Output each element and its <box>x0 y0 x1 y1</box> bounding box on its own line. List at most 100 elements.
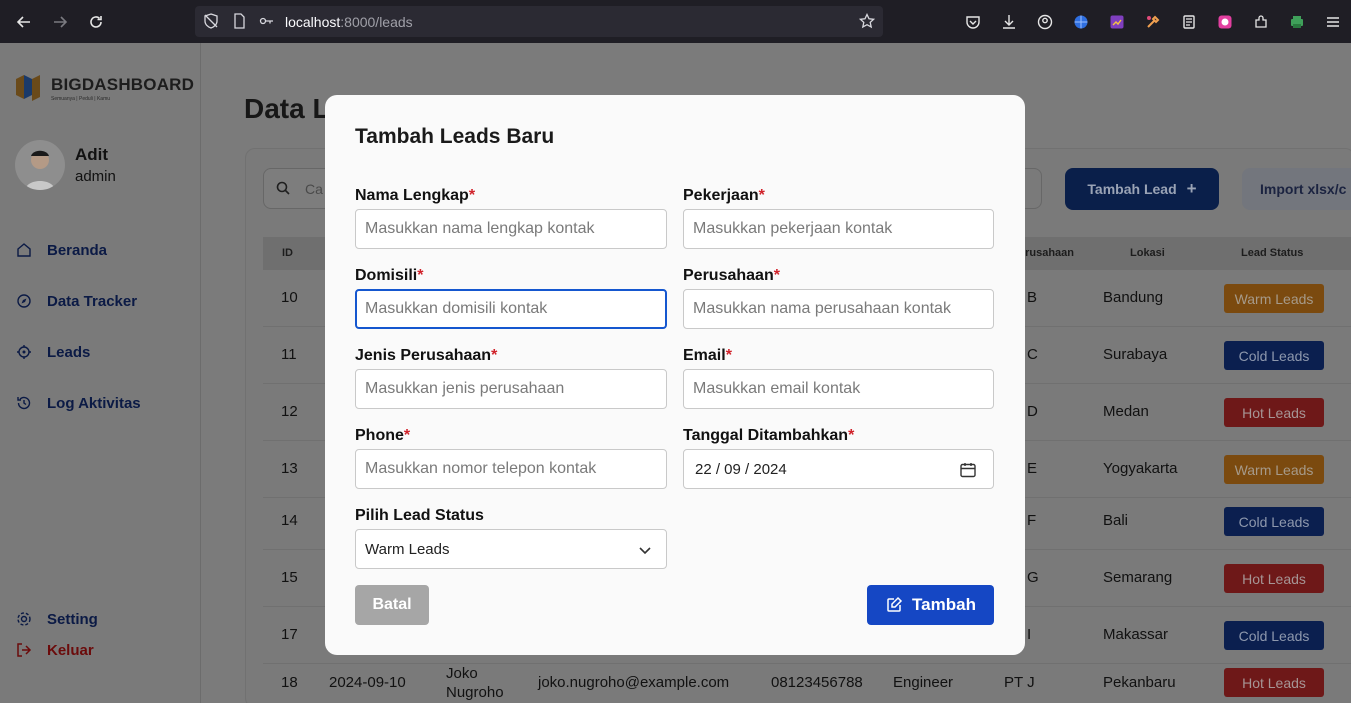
sidebar: BIGDASHBOARD Semuanya | Peduli | Kamu Ad… <box>0 43 201 703</box>
sidebar-item-log-aktivitas[interactable]: Log Aktivitas <box>15 394 141 412</box>
submit-label: Tambah <box>912 595 976 614</box>
row-email: joko.nugroho@example.com <box>538 674 730 691</box>
download-icon[interactable] <box>991 0 1027 43</box>
lead-status-label: Pilih Lead Status <box>355 507 484 524</box>
url-text[interactable]: localhost:8000/leads <box>285 14 413 30</box>
nama-label: Nama Lengkap* <box>355 187 476 204</box>
plus-icon: + <box>1186 179 1197 198</box>
bookmark-star-icon[interactable] <box>858 12 876 29</box>
row-id: 17 <box>281 626 298 643</box>
column-lead-status: Lead Status <box>1241 247 1304 259</box>
row-id: 15 <box>281 569 298 586</box>
phone-label: Phone* <box>355 427 411 444</box>
target-icon <box>15 343 33 361</box>
account-icon[interactable] <box>1027 0 1063 43</box>
row-date: 2024-09-10 <box>329 674 406 691</box>
sidebar-item-leads[interactable]: Leads <box>15 343 90 361</box>
submit-button[interactable]: Tambah <box>867 585 994 625</box>
email-label: Email* <box>683 347 732 364</box>
lead-status-select[interactable]: Warm Leads <box>355 529 667 569</box>
logo: BIGDASHBOARD Semuanya | Peduli | Kamu <box>14 73 194 103</box>
row-location: Bandung <box>1103 289 1164 306</box>
search-icon <box>276 181 290 200</box>
email-input[interactable] <box>683 369 994 409</box>
status-badge: Hot Leads <box>1224 398 1324 427</box>
row-company: PT J <box>1004 674 1035 691</box>
sidebar-item-label: Log Aktivitas <box>47 394 141 412</box>
sidebar-item-label: Leads <box>47 343 91 361</box>
logout-icon <box>15 641 33 659</box>
search-placeholder: Ca <box>305 181 323 197</box>
page-icon[interactable] <box>231 13 247 29</box>
back-icon[interactable] <box>6 4 42 40</box>
row-id: 18 <box>281 674 298 691</box>
row-company: B <box>1027 289 1038 306</box>
add-lead-button[interactable]: Tambah Lead + <box>1065 168 1219 210</box>
status-badge: Cold Leads <box>1224 507 1324 536</box>
permissions-icon[interactable] <box>258 13 274 29</box>
history-icon <box>15 394 33 412</box>
row-id: 14 <box>281 512 298 529</box>
row-location: Yogyakarta <box>1103 460 1178 477</box>
perusahaan-input[interactable] <box>683 289 994 329</box>
logo-title: BIGDASHBOARD <box>51 74 195 94</box>
row-location: Bali <box>1103 512 1129 529</box>
nama-lengkap-input[interactable] <box>355 209 667 249</box>
sidebar-item-setting[interactable]: Setting <box>15 610 98 628</box>
pocket-icon[interactable] <box>955 0 991 43</box>
user-profile: Adit admin <box>15 140 116 190</box>
jenis-perusahaan-label: Jenis Perusahaan* <box>355 347 498 364</box>
status-badge: Warm Leads <box>1224 455 1324 484</box>
perusahaan-label: Perusahaan* <box>683 267 780 284</box>
domisili-input[interactable] <box>355 289 667 329</box>
row-id: 12 <box>281 403 298 420</box>
row-name: Joko Nugroho <box>446 665 504 701</box>
tracking-shield-icon[interactable] <box>203 13 219 29</box>
tanggal-date-input[interactable]: 22 / 09 / 2024 <box>683 449 994 489</box>
pekerjaan-label: Pekerjaan* <box>683 187 765 204</box>
row-company: E <box>1027 460 1038 477</box>
hamburger-menu-icon[interactable] <box>1315 0 1351 43</box>
row-location: Surabaya <box>1103 346 1168 363</box>
reload-icon[interactable] <box>78 4 114 40</box>
globe-extension-icon[interactable] <box>1063 0 1099 43</box>
calendar-icon[interactable] <box>959 461 977 479</box>
extensions-icon[interactable] <box>1243 0 1279 43</box>
row-location: Pekanbaru <box>1103 674 1176 691</box>
row-id: 11 <box>281 346 297 363</box>
chart-extension-icon[interactable] <box>1099 0 1135 43</box>
edit-icon <box>885 596 903 614</box>
tools-extension-icon[interactable] <box>1135 0 1171 43</box>
sidebar-item-label: Keluar <box>47 641 94 659</box>
table-row[interactable]: 18 2024-09-10 Joko Nugroho joko.nugroho@exa… <box>263 664 1351 703</box>
pekerjaan-input[interactable] <box>683 209 994 249</box>
import-button[interactable]: Import xlsx/c <box>1242 168 1351 210</box>
row-company: D <box>1027 403 1038 420</box>
avatar <box>15 140 65 190</box>
row-company: F <box>1027 512 1037 529</box>
address-bar[interactable]: localhost:8000/leads <box>195 6 883 37</box>
sidebar-item-logout[interactable]: Keluar <box>15 641 94 659</box>
printer-extension-icon[interactable] <box>1279 0 1315 43</box>
browser-toolbar: localhost:8000/leads <box>0 0 1351 43</box>
color-extension-icon[interactable] <box>1207 0 1243 43</box>
user-name: Adit <box>75 145 109 164</box>
jenis-perusahaan-input[interactable] <box>355 369 667 409</box>
column-id: ID <box>282 247 293 259</box>
phone-input[interactable] <box>355 449 667 489</box>
chevron-down-icon <box>638 543 652 557</box>
forward-icon[interactable] <box>42 4 78 40</box>
cancel-button[interactable]: Batal <box>355 585 429 625</box>
modal-title: Tambah Leads Baru <box>355 125 555 148</box>
sidebar-item-data-tracker[interactable]: Data Tracker <box>15 292 137 310</box>
row-job: Engineer <box>893 674 954 691</box>
logo-mark-icon <box>14 73 42 103</box>
reader-icon[interactable] <box>1171 0 1207 43</box>
row-id: 10 <box>281 289 298 306</box>
sidebar-item-beranda[interactable]: Beranda <box>15 241 107 259</box>
tanggal-label: Tanggal Ditambahkan* <box>683 427 855 444</box>
column-perusahaan: Perusahaan <box>1024 247 1074 259</box>
home-icon <box>15 241 33 259</box>
sidebar-item-label: Beranda <box>47 241 108 259</box>
add-lead-label: Tambah Lead <box>1087 181 1177 197</box>
